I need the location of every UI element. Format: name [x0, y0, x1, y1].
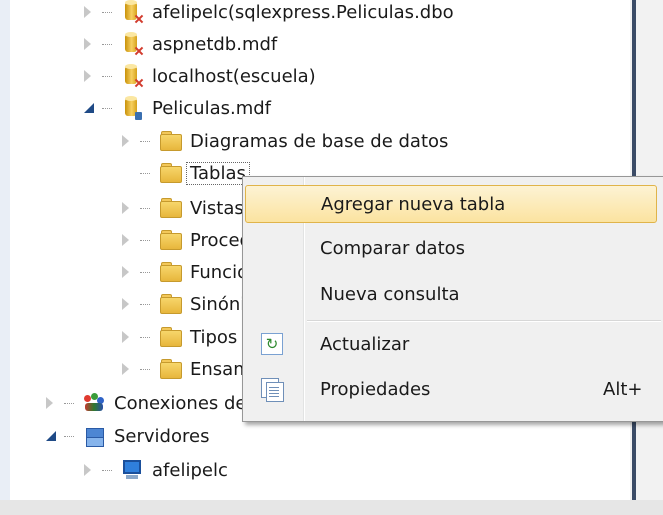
- expand-icon[interactable]: [84, 69, 94, 83]
- expand-icon[interactable]: [122, 233, 132, 247]
- expand-icon[interactable]: [122, 265, 132, 279]
- folder-icon: [160, 327, 182, 347]
- context-menu: Agregar nueva tabla Comparar datos Nueva…: [242, 176, 663, 422]
- menu-item-label: Comparar datos: [320, 237, 466, 259]
- properties-icon: [261, 378, 284, 402]
- folder-icon: [160, 131, 182, 151]
- tree-item-afelipelc[interactable]: afelipelc: [84, 455, 228, 485]
- tree-item-label: Peliculas.mdf: [152, 97, 272, 119]
- tree-item-afelipelc-sqlexpress[interactable]: afelipelc(sqlexpress.Peliculas.dbo: [84, 0, 454, 27]
- data-connections-icon: [84, 393, 106, 413]
- expand-icon[interactable]: [84, 37, 94, 51]
- collapse-icon[interactable]: [84, 101, 94, 115]
- tree-line: [122, 166, 132, 180]
- tree-item-label: Tipos: [190, 326, 238, 348]
- folder-icon: [160, 294, 182, 314]
- tree-item-tipos[interactable]: Tipos: [122, 322, 237, 352]
- tree-item-diagramas[interactable]: Diagramas de base de datos: [122, 126, 448, 156]
- expand-icon[interactable]: [46, 396, 56, 410]
- tree-item-aspnetdb[interactable]: aspnetdb.mdf: [84, 29, 277, 59]
- tree-item-peliculas[interactable]: Peliculas.mdf: [84, 93, 271, 123]
- database-disconnected-icon: [122, 32, 144, 54]
- database-disconnected-icon: [122, 0, 144, 22]
- folder-icon: [160, 359, 182, 379]
- expand-icon[interactable]: [122, 330, 132, 344]
- tree-item-label: localhost(escuela): [152, 65, 316, 87]
- expand-icon[interactable]: [122, 134, 132, 148]
- tree-item-servidores[interactable]: Servidores: [46, 421, 209, 451]
- menu-item-actualizar[interactable]: ↻ Actualizar: [245, 325, 657, 363]
- tree-item-label: Vistas: [190, 197, 244, 219]
- database-disconnected-icon: [122, 64, 144, 86]
- collapse-icon[interactable]: [46, 429, 56, 443]
- folder-icon: [160, 198, 182, 218]
- expand-icon[interactable]: [84, 5, 94, 19]
- expand-icon[interactable]: [84, 463, 94, 477]
- menu-item-label: Propiedades: [320, 378, 431, 400]
- folder-icon: [160, 163, 182, 183]
- folder-icon: [160, 230, 182, 250]
- menu-item-comparar-datos[interactable]: Comparar datos: [245, 229, 657, 267]
- expand-icon[interactable]: [122, 297, 132, 311]
- tree-item-label: aspnetdb.mdf: [152, 33, 278, 55]
- tree-item-label: afelipelc: [152, 459, 228, 481]
- menu-item-nueva-consulta[interactable]: Nueva consulta: [245, 275, 657, 313]
- expand-icon[interactable]: [122, 362, 132, 376]
- menu-item-propiedades[interactable]: Propiedades Alt+: [245, 370, 657, 408]
- tree-item-vistas[interactable]: Vistas: [122, 193, 244, 223]
- expand-icon[interactable]: [122, 201, 132, 215]
- tree-item-label: Tablas: [186, 161, 250, 185]
- tree-item-localhost[interactable]: localhost(escuela): [84, 61, 316, 91]
- refresh-icon: ↻: [261, 333, 283, 355]
- database-connected-icon: [122, 96, 144, 120]
- servers-icon: [84, 426, 106, 447]
- tree-item-tablas[interactable]: Tablas: [122, 158, 250, 188]
- menu-item-shortcut: Alt+: [603, 378, 643, 400]
- menu-item-agregar-nueva-tabla[interactable]: Agregar nueva tabla: [245, 185, 657, 223]
- tree-item-label: afelipelc(sqlexpress.Peliculas.dbo: [152, 1, 454, 23]
- menu-item-label: Agregar nueva tabla: [321, 193, 506, 215]
- tree-item-label: Servidores: [114, 425, 210, 447]
- folder-icon: [160, 262, 182, 282]
- window-bottom-edge: [0, 500, 663, 515]
- menu-item-label: Nueva consulta: [320, 283, 460, 305]
- tree-item-label: Diagramas de base de datos: [190, 130, 449, 152]
- menu-separator: [307, 320, 661, 322]
- computer-icon: [122, 460, 144, 480]
- menu-item-label: Actualizar: [320, 333, 410, 355]
